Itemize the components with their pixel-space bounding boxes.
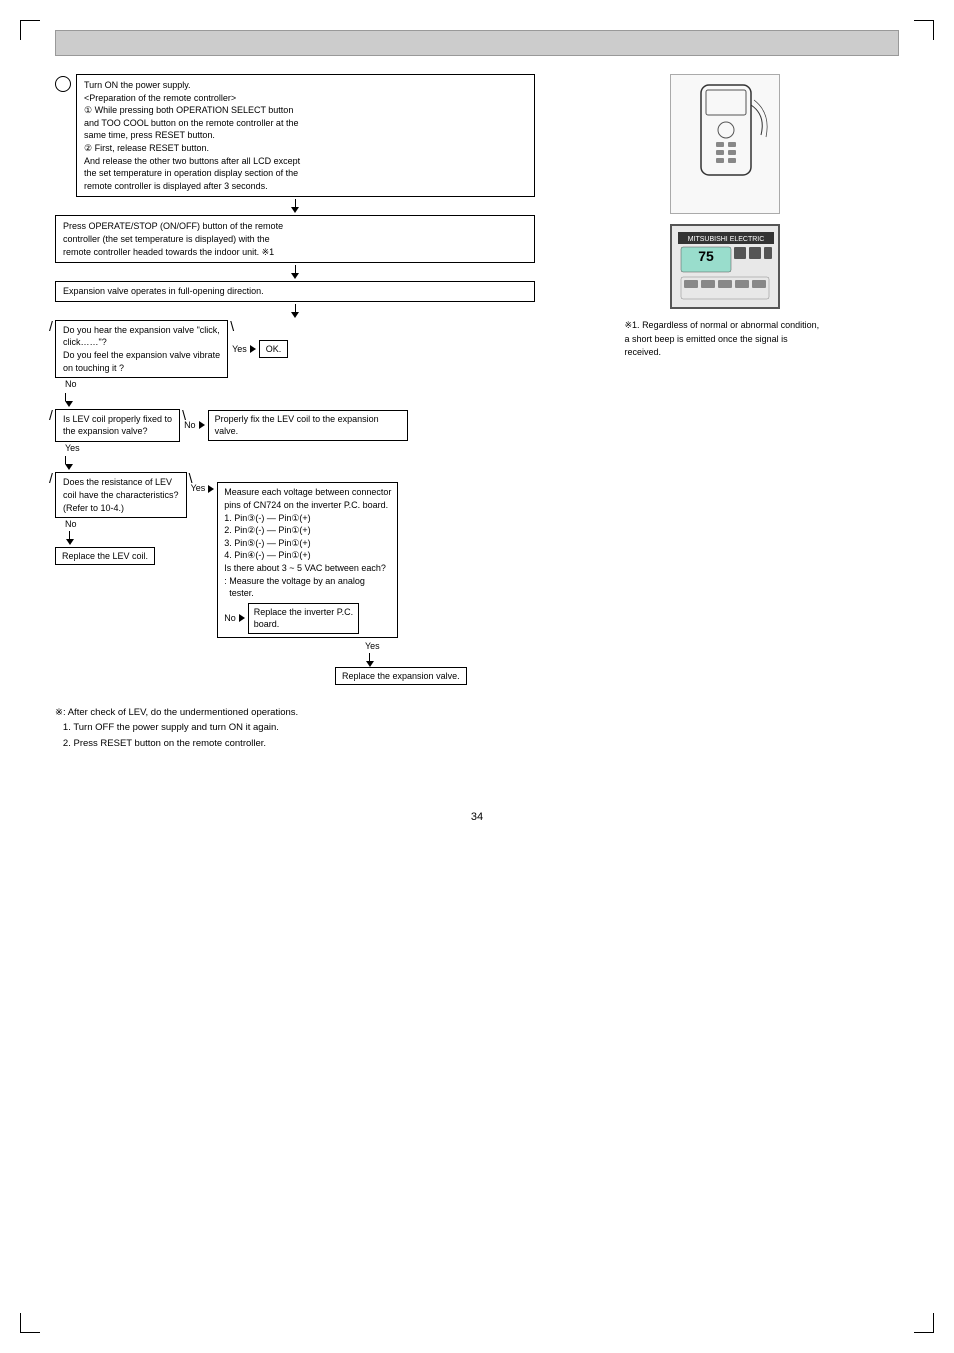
arrow4 <box>65 393 535 407</box>
d1-no-label: No <box>65 378 77 391</box>
footer-notes: ※: After check of LEV, do the undermenti… <box>55 705 899 751</box>
replace-expansion-valve-text: Replace the expansion valve. <box>342 671 460 681</box>
d2-l1: Is LEV coil properly fixed to <box>63 413 172 426</box>
footer-line2-text: 2. Press RESET button on the remote cont… <box>63 738 266 749</box>
d2-no-path: No Properly fix the LEV coil to the expa… <box>184 410 408 441</box>
measure-box: Measure each voltage between connector p… <box>217 482 398 638</box>
mb-l8: : Measure the voltage by an analog <box>224 575 391 588</box>
arrow3 <box>55 304 535 318</box>
footer-line0: ※: After check of LEV, do the undermenti… <box>55 705 899 720</box>
footer-line2: 2. Press RESET button on the remote cont… <box>55 736 899 751</box>
note1-container: ※1. Regardless of normal or abnormal con… <box>625 319 825 360</box>
step1-box: Turn ON the power supply. <Preparation o… <box>76 74 535 197</box>
d2-no-result: Properly fix the LEV coil to the expansi… <box>208 410 408 441</box>
step2-line3: remote controller headed towards the ind… <box>63 246 527 259</box>
display-svg: MITSUBISHI ELECTRIC 75 <box>676 230 776 305</box>
page: Turn ON the power supply. <Preparation o… <box>0 0 954 853</box>
page-number: 34 <box>55 811 899 823</box>
step2-box: Press OPERATE/STOP (ON/OFF) button of th… <box>55 215 535 263</box>
step1-line4: same time, press RESET button. <box>84 129 527 142</box>
svg-text:MITSUBISHI ELECTRIC: MITSUBISHI ELECTRIC <box>687 236 764 243</box>
d1-yes-label: Yes <box>232 343 247 356</box>
d2-yes-label: Yes <box>65 442 80 455</box>
mb-l9: tester. <box>224 587 391 600</box>
decision2-box: / Is LEV coil properly fixed to the expa… <box>55 409 180 442</box>
d3-l2: coil have the characteristics? <box>63 489 179 502</box>
corner-mark-bl <box>20 1313 40 1333</box>
measure-no-label: No <box>224 612 236 625</box>
arrow5 <box>65 456 535 470</box>
lev-coil-box: Replace the LEV coil. <box>55 547 155 566</box>
step1-line6: And release the other two buttons after … <box>84 155 527 168</box>
mb-l1: Measure each voltage between connector <box>224 486 391 499</box>
corner-mark-tl <box>20 20 40 40</box>
left-flow: Turn ON the power supply. <Preparation o… <box>55 74 535 685</box>
step2-line1: Press OPERATE/STOP (ON/OFF) button of th… <box>63 220 527 233</box>
footer-symbol: ※ <box>55 707 63 718</box>
d3-l3: (Refer to 10-4.) <box>63 502 179 515</box>
d2-yes-path: Yes <box>65 442 535 455</box>
note1-text: Regardless of normal or abnormal conditi… <box>625 320 820 357</box>
replace-inverter-box: Replace the inverter P.C.board. <box>248 603 359 634</box>
decision1-box: / Do you hear the expansion valve "click… <box>55 320 228 378</box>
decision1-section: / Do you hear the expansion valve "click… <box>55 320 535 391</box>
step1-line3: and TOO COOL button on the remote contro… <box>84 117 527 130</box>
d3-yes-label: Yes <box>191 482 206 495</box>
mb-l4: 2. Pin②(-) — Pin①(+) <box>224 524 391 537</box>
step3-box: Expansion valve operates in full-opening… <box>55 281 535 302</box>
ok-box: OK. <box>259 340 289 359</box>
decision2-section: / Is LEV coil properly fixed to the expa… <box>55 409 535 455</box>
note1-symbol: ※1. <box>625 320 640 330</box>
mb-l7: Is there about 3 ~ 5 VAC between each? <box>224 562 391 575</box>
step2-line2: controller (the set temperature is displ… <box>63 233 527 246</box>
d2-l2: the expansion valve? <box>63 425 172 438</box>
decision3-row: / Does the resistance of LEV coil have t… <box>55 472 535 638</box>
step1-line7: the set temperature in operation display… <box>84 167 527 180</box>
corner-mark-br <box>914 1313 934 1333</box>
footer-line1: 1. Turn OFF the power supply and turn ON… <box>55 720 899 735</box>
mb-l3: 1. Pin③(-) — Pin①(+) <box>224 512 391 525</box>
step3-text: Expansion valve operates in full-opening… <box>63 286 264 296</box>
step1-line2: ① While pressing both OPERATION SELECT b… <box>84 104 527 117</box>
step1-line5: ② First, release RESET button. <box>84 142 527 155</box>
svg-text:75: 75 <box>698 248 714 264</box>
d3-no-section: No <box>65 518 77 545</box>
d1-l4: on touching it ? <box>63 362 220 375</box>
remote-svg <box>671 75 780 214</box>
mb-l2: pins of CN724 on the inverter P.C. board… <box>224 499 391 512</box>
start-circle <box>55 76 71 92</box>
corner-mark-tr <box>914 20 934 40</box>
d1-yes-path: Yes OK. <box>232 340 288 359</box>
replace-expansion-valve-box: Replace the expansion valve. <box>335 667 467 686</box>
decision3-box: / Does the resistance of LEV coil have t… <box>55 472 187 518</box>
arrow1 <box>55 199 535 213</box>
d3-l1: Does the resistance of LEV <box>63 476 179 489</box>
right-info: MITSUBISHI ELECTRIC 75 <box>550 74 899 685</box>
footer-line1-text: 1. Turn OFF the power supply and turn ON… <box>63 722 279 733</box>
page-number-text: 34 <box>471 811 483 823</box>
display-unit-image: MITSUBISHI ELECTRIC 75 <box>670 224 780 309</box>
measure-no-row: No Replace the inverter P.C.board. <box>224 603 391 634</box>
mb-l6: 4. Pin④(-) — Pin①(+) <box>224 549 391 562</box>
step1-title: Turn ON the power supply. <box>84 79 527 92</box>
mb-l5: 3. Pin⑤(-) — Pin①(+) <box>224 537 391 550</box>
d1-l1: Do you hear the expansion valve "click, <box>63 324 220 337</box>
measure-yes-label: Yes <box>365 641 380 651</box>
d1-l2: click……"? <box>63 336 220 349</box>
decision3-col: / Does the resistance of LEV coil have t… <box>55 472 187 565</box>
step1-line8: remote controller is displayed after 3 s… <box>84 180 527 193</box>
d3-yes-section: Yes Measure each voltage between connect… <box>191 482 399 638</box>
diagram-wrapper: Turn ON the power supply. <Preparation o… <box>55 74 899 685</box>
step1-line1: <Preparation of the remote controller> <box>84 92 527 105</box>
arrow2 <box>55 265 535 279</box>
measure-yes-section: Yes <box>365 640 535 667</box>
d1-l3: Do you feel the expansion valve vibrate <box>63 349 220 362</box>
d1-no-path: No <box>65 378 535 391</box>
header-bar <box>55 30 899 56</box>
footer-line0-text: : After check of LEV, do the undermentio… <box>63 707 298 718</box>
remote-controller-image <box>670 74 780 214</box>
